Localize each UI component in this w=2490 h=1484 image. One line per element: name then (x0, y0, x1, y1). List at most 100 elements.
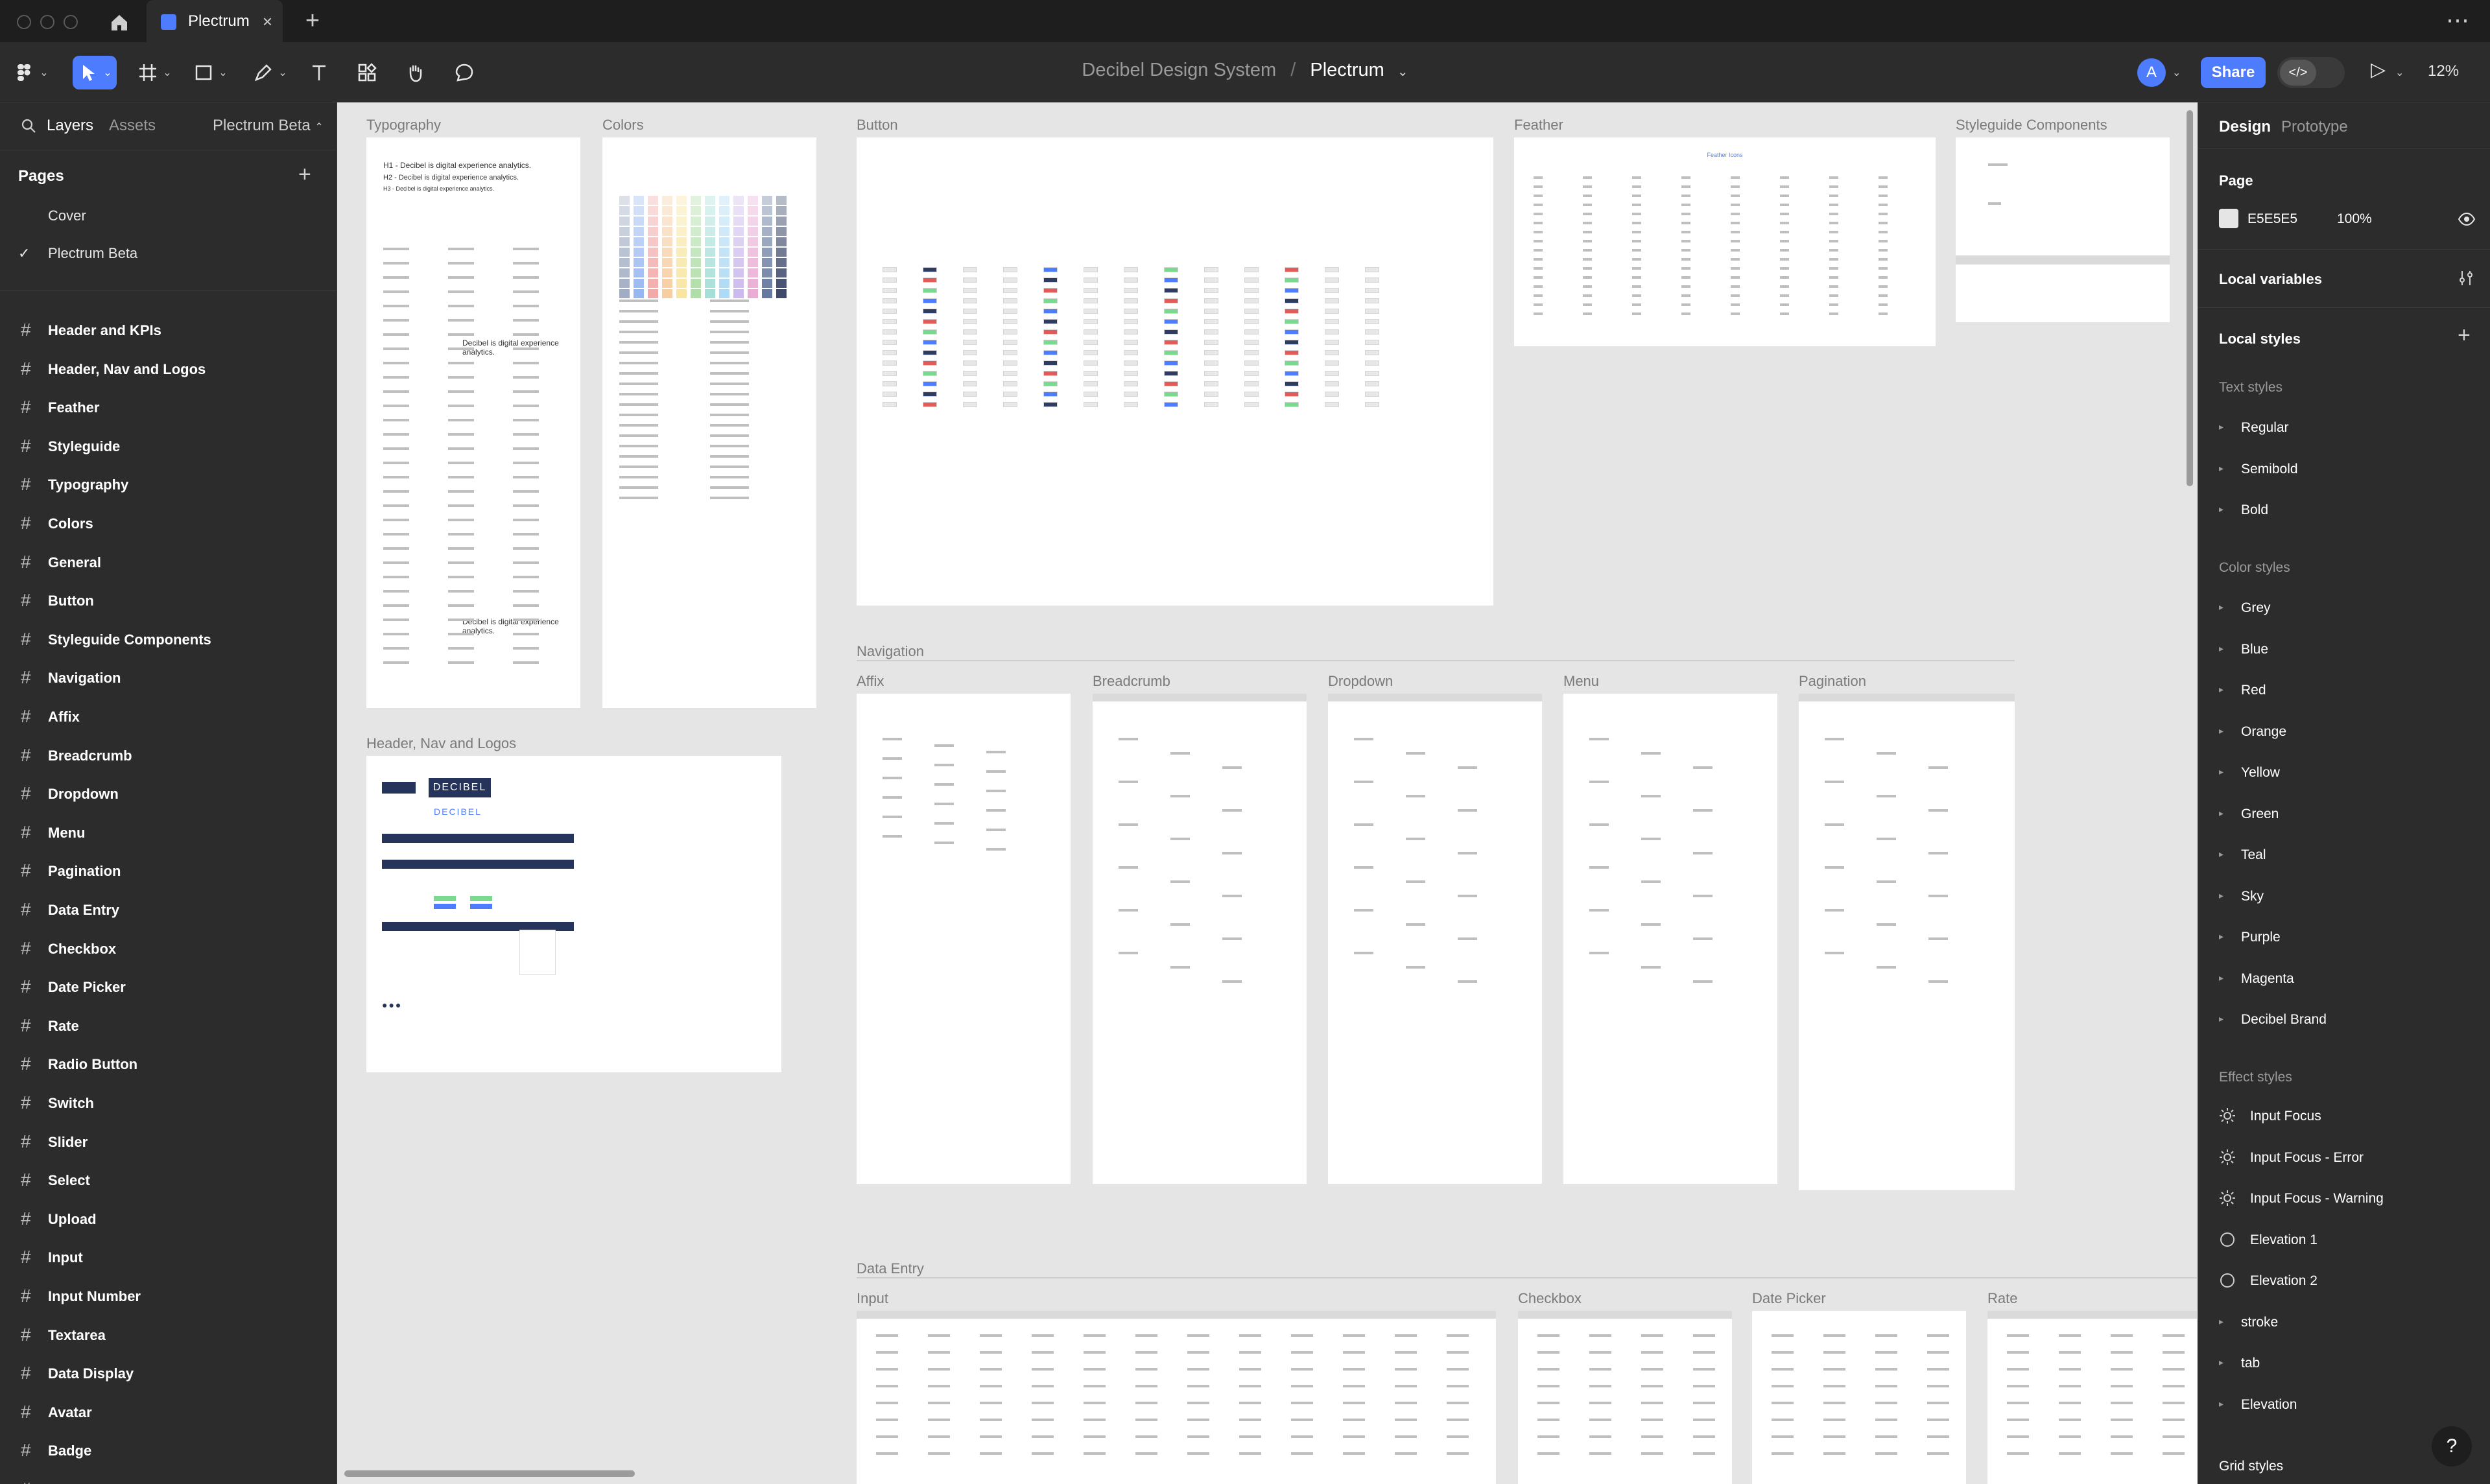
effect-group-tab[interactable]: ▸ tab (2219, 1352, 2478, 1378)
page-color-opacity-value[interactable]: 100% (2337, 211, 2372, 227)
style-item-sky[interactable]: ▸ Sky (2219, 885, 2478, 911)
frame-label-styleguide-components[interactable]: Styleguide Components (1956, 117, 2107, 134)
effect-group-elevation[interactable]: ▸ Elevation (2219, 1393, 2478, 1419)
document-tab[interactable]: Plectrum × (147, 0, 283, 43)
style-item-blue[interactable]: ▸ Blue (2219, 638, 2478, 664)
tab-prototype[interactable]: Prototype (2281, 118, 2348, 136)
user-avatar[interactable]: A (2137, 58, 2166, 87)
layer-item-input[interactable]: # Input (0, 1238, 337, 1277)
tab-assets[interactable]: Assets (109, 117, 156, 135)
layer-item-data-display[interactable]: # Data Display (0, 1354, 337, 1393)
frame-label-menu[interactable]: Menu (1563, 673, 1599, 690)
layer-item-data-entry[interactable]: # Data Entry (0, 890, 337, 929)
layer-item-checkbox[interactable]: # Checkbox (0, 929, 337, 968)
effect-style-input-focus-warning[interactable]: Input Focus - Warning (2219, 1187, 2478, 1213)
frame-rate[interactable] (1987, 1311, 2197, 1484)
frame-label-dropdown[interactable]: Dropdown (1328, 673, 1393, 690)
frame-label-rate[interactable]: Rate (1987, 1290, 2017, 1307)
layer-item-badge[interactable]: # Badge (0, 1431, 337, 1470)
layer-item-dropdown[interactable]: # Dropdown (0, 774, 337, 813)
dev-mode-toggle[interactable]: </> (2277, 57, 2345, 88)
style-item-regular[interactable]: ▸ Regular (2219, 416, 2478, 442)
tab-design[interactable]: Design (2219, 118, 2271, 136)
frame-breadcrumb[interactable] (1093, 694, 1307, 1184)
frame-label-date-picker[interactable]: Date Picker (1752, 1290, 1826, 1307)
vertical-scrollbar[interactable] (2187, 110, 2193, 486)
design-canvas[interactable]: Typography H1 - Decibel is digital exper… (338, 102, 2197, 1484)
frame-label-pagination[interactable]: Pagination (1799, 673, 1866, 690)
more-options-icon[interactable]: ⋯ (2446, 6, 2471, 34)
layer-item-general[interactable]: # General (0, 543, 337, 582)
add-page-icon[interactable]: + (298, 162, 311, 187)
help-button[interactable]: ? (2432, 1426, 2472, 1466)
frame-label-affix[interactable]: Affix (857, 673, 884, 690)
window-minimize-button[interactable] (40, 15, 54, 29)
chevron-down-icon[interactable]: ⌄ (1397, 65, 1408, 79)
window-zoom-button[interactable] (64, 15, 78, 29)
section-label-data-entry[interactable]: Data Entry (857, 1260, 924, 1277)
effect-group-stroke[interactable]: ▸ stroke (2219, 1311, 2478, 1337)
frame-label-breadcrumb[interactable]: Breadcrumb (1093, 673, 1170, 690)
sliders-icon[interactable] (2456, 268, 2476, 288)
page-selector[interactable]: Plectrum Beta ⌃ (213, 117, 324, 135)
layer-item-collapse[interactable]: # Collapse (0, 1470, 337, 1484)
frame-label-input[interactable]: Input (857, 1290, 888, 1307)
layer-item-input-number[interactable]: # Input Number (0, 1277, 337, 1315)
layer-item-affix[interactable]: # Affix (0, 697, 337, 736)
layer-item-feather[interactable]: # Feather (0, 388, 337, 427)
frame-label-button[interactable]: Button (857, 117, 898, 134)
frame-label-colors[interactable]: Colors (602, 117, 644, 134)
layer-item-rate[interactable]: # Rate (0, 1006, 337, 1045)
frame-header-nav-logos[interactable]: DECIBEL DECIBEL ●●● (366, 756, 781, 1072)
horizontal-scrollbar[interactable] (344, 1470, 635, 1477)
frame-affix[interactable] (857, 694, 1071, 1184)
effect-style-elevation-1[interactable]: Elevation 1 (2219, 1229, 2478, 1254)
frame-dropdown[interactable] (1328, 694, 1542, 1184)
search-icon[interactable] (19, 117, 38, 135)
layer-item-header-and-kpis[interactable]: # Header and KPIs (0, 311, 337, 349)
style-item-red[interactable]: ▸ Red (2219, 679, 2478, 705)
tab-layers[interactable]: Layers (47, 117, 93, 135)
style-item-purple[interactable]: ▸ Purple (2219, 926, 2478, 952)
frame-feather[interactable]: Feather Icons (1514, 137, 1936, 346)
frame-colors[interactable] (602, 137, 816, 708)
layer-item-avatar[interactable]: # Avatar (0, 1393, 337, 1431)
page-color-hex-value[interactable]: E5E5E5 (2247, 211, 2297, 227)
layer-item-radio-button[interactable]: # Radio Button (0, 1044, 337, 1083)
layer-item-colors[interactable]: # Colors (0, 504, 337, 543)
chevron-down-icon[interactable]: ⌄ (2172, 66, 2181, 79)
window-close-button[interactable] (17, 15, 31, 29)
frame-checkbox[interactable] (1518, 1311, 1732, 1484)
breadcrumb-file-name[interactable]: Plectrum (1310, 60, 1384, 80)
layer-item-styleguide-components[interactable]: # Styleguide Components (0, 620, 337, 659)
new-tab-button[interactable]: + (300, 8, 326, 34)
frame-date-picker[interactable] (1752, 1311, 1966, 1484)
layer-item-switch[interactable]: # Switch (0, 1083, 337, 1122)
breadcrumb-project[interactable]: Decibel Design System (1082, 60, 1276, 80)
style-item-grey[interactable]: ▸ Grey (2219, 596, 2478, 622)
effect-style-input-focus[interactable]: Input Focus (2219, 1105, 2478, 1131)
layer-item-styleguide[interactable]: # Styleguide (0, 427, 337, 465)
frame-input[interactable] (857, 1311, 1496, 1484)
frame-label-header-nav-logos[interactable]: Header, Nav and Logos (366, 735, 516, 752)
layer-item-slider[interactable]: # Slider (0, 1122, 337, 1161)
layer-item-navigation[interactable]: # Navigation (0, 658, 337, 697)
page-item-cover[interactable]: Cover (48, 207, 86, 224)
frame-menu[interactable] (1563, 694, 1777, 1184)
style-item-decibel-brand[interactable]: ▸ Decibel Brand (2219, 1008, 2478, 1034)
frame-button[interactable] (857, 137, 1493, 606)
close-tab-icon[interactable]: × (263, 12, 272, 32)
layer-item-textarea[interactable]: # Textarea (0, 1315, 337, 1354)
layer-item-pagination[interactable]: # Pagination (0, 851, 337, 890)
chevron-down-icon[interactable]: ⌄ (2395, 66, 2404, 79)
frame-label-feather[interactable]: Feather (1514, 117, 1563, 134)
style-item-yellow[interactable]: ▸ Yellow (2219, 761, 2478, 787)
style-item-bold[interactable]: ▸ Bold (2219, 499, 2478, 524)
section-label-navigation[interactable]: Navigation (857, 643, 924, 660)
local-variables-button[interactable]: Local variables (2219, 271, 2322, 288)
layer-item-button[interactable]: # Button (0, 581, 337, 620)
effect-style-elevation-2[interactable]: Elevation 2 (2219, 1269, 2478, 1295)
frame-typography[interactable]: H1 - Decibel is digital experience analy… (366, 137, 580, 708)
layer-item-select[interactable]: # Select (0, 1160, 337, 1199)
share-button[interactable]: Share (2201, 57, 2266, 88)
